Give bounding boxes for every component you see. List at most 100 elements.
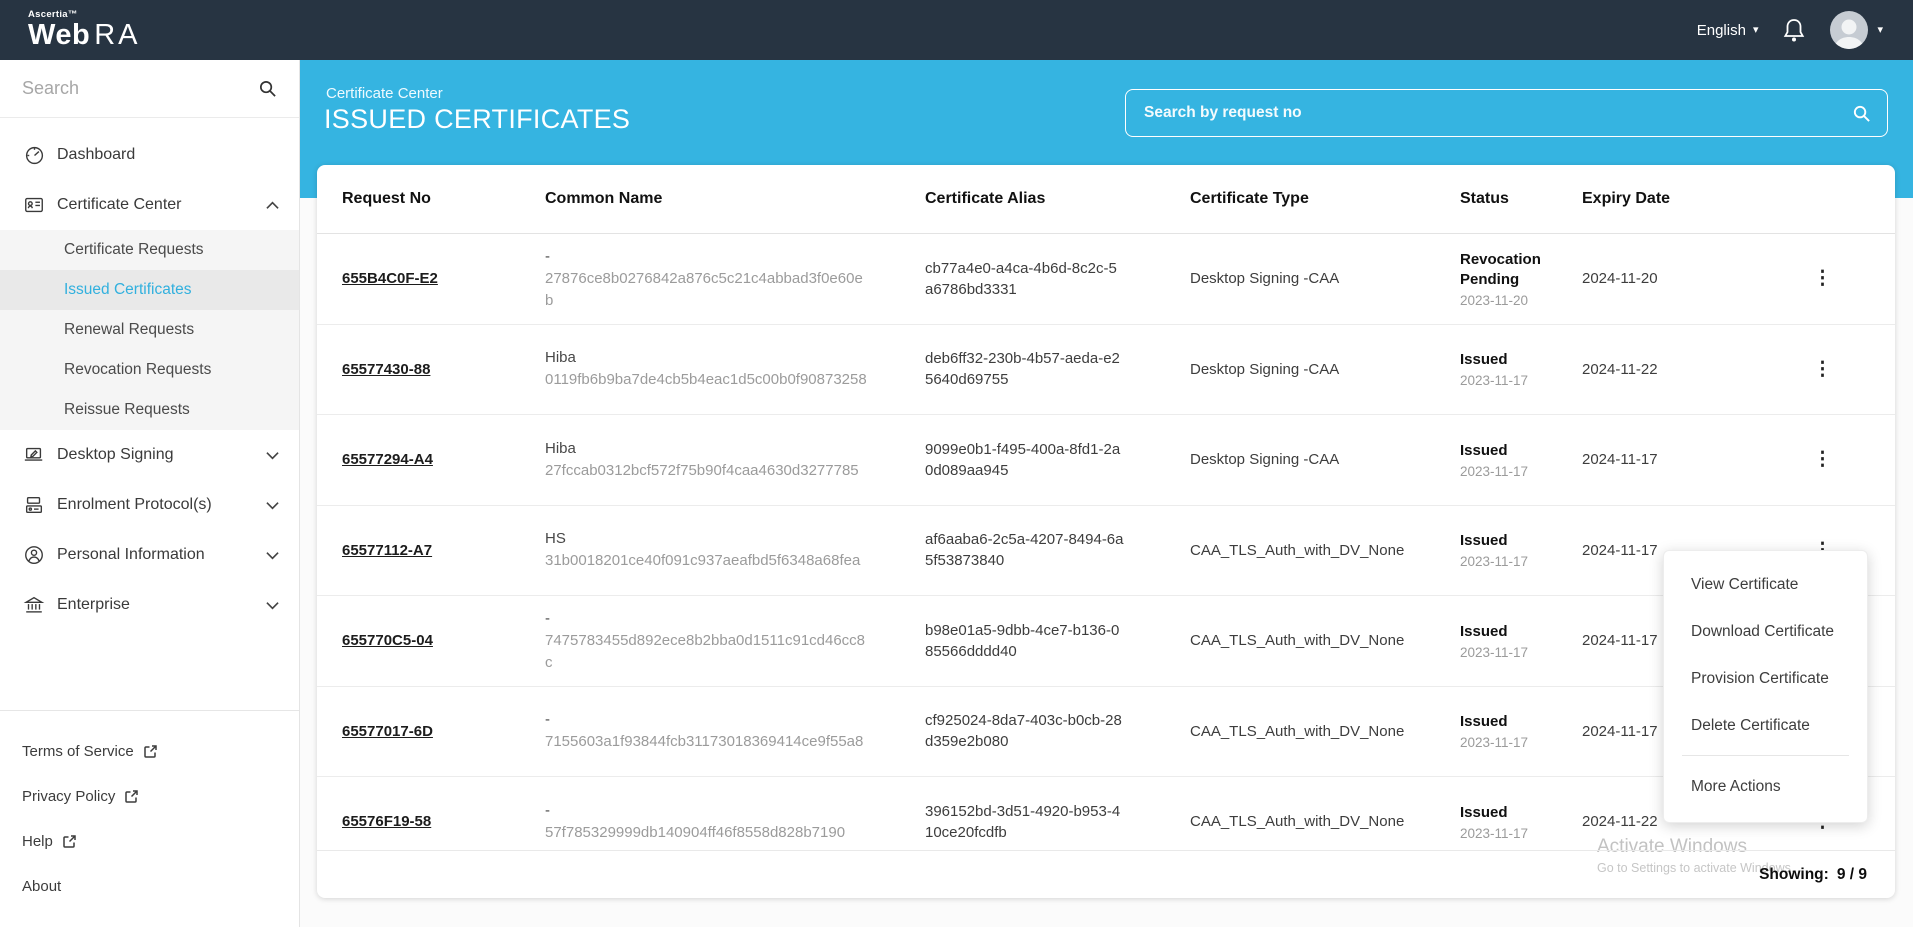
- sidebar-item-reissue-requests[interactable]: Reissue Requests: [0, 390, 299, 430]
- issued-certificates-card: Request No Common Name Certificate Alias…: [317, 165, 1895, 898]
- status-badge: Issued: [1460, 350, 1562, 370]
- row-actions-kebab-icon[interactable]: ⋮: [1805, 265, 1840, 292]
- privacy-policy-link[interactable]: Privacy Policy: [0, 774, 299, 819]
- showing-label: Showing:: [1759, 866, 1829, 884]
- status-date: 2023-11-17: [1460, 645, 1562, 660]
- sidebar-item-certificate-center[interactable]: Certificate Center: [0, 180, 299, 230]
- request-no-link[interactable]: 65577430-88: [342, 361, 430, 378]
- column-header-common-name: Common Name: [545, 190, 905, 208]
- chevron-down-icon: [266, 601, 279, 610]
- request-no-link[interactable]: 655770C5-04: [342, 632, 433, 649]
- request-no-link[interactable]: 65577294-A4: [342, 451, 433, 468]
- common-name-hash: 7155603a1f93844fcb31173018369414ce9f55a8: [545, 731, 867, 753]
- sidebar-item-renewal-requests[interactable]: Renewal Requests: [0, 310, 299, 350]
- sidebar-item-label: Enterprise: [57, 596, 266, 614]
- certificate-icon: [22, 193, 46, 217]
- status-date: 2023-11-17: [1460, 735, 1562, 750]
- main-content: Certificate Center ISSUED CERTIFICATES R…: [300, 60, 1913, 927]
- status-badge: Revocation Pending: [1460, 250, 1562, 290]
- language-selector[interactable]: English ▾: [1697, 22, 1759, 39]
- sidebar-item-revocation-requests[interactable]: Revocation Requests: [0, 350, 299, 390]
- user-menu[interactable]: ▾: [1830, 11, 1883, 49]
- table-row: 655770C5-04 - 7475783455d892ece8b2bba0d1…: [317, 596, 1895, 687]
- sidebar-item-enterprise[interactable]: Enterprise: [0, 580, 299, 630]
- certificate-type: CAA_TLS_Auth_with_DV_None: [1190, 721, 1412, 742]
- about-link[interactable]: About: [0, 864, 299, 909]
- common-name: -: [545, 608, 905, 630]
- expiry-date: 2024-11-17: [1582, 451, 1755, 468]
- status-date: 2023-11-17: [1460, 373, 1562, 388]
- context-menu-item[interactable]: View Certificate: [1664, 561, 1867, 608]
- enterprise-bank-icon: [22, 593, 46, 617]
- certificate-alias: cf925024-8da7-403c-b0cb-28d359e2b080: [925, 710, 1125, 752]
- help-link[interactable]: Help: [0, 819, 299, 864]
- expiry-date: 2024-11-20: [1582, 270, 1755, 287]
- certificate-alias: cb77a4e0-a4ca-4b6d-8c2c-5a6786bd3331: [925, 258, 1125, 300]
- chevron-down-icon: [266, 501, 279, 510]
- request-search-box: [1125, 89, 1888, 137]
- certificate-alias: b98e01a5-9dbb-4ce7-b136-085566dddd40: [925, 620, 1125, 662]
- context-menu-item[interactable]: Provision Certificate: [1664, 655, 1867, 702]
- common-name: -: [545, 800, 905, 822]
- status-date: 2023-11-17: [1460, 826, 1562, 841]
- request-no-link[interactable]: 65577112-A7: [342, 542, 432, 559]
- table-body: 655B4C0F-E2 - 27876ce8b0276842a876c5c21c…: [317, 234, 1895, 850]
- certificate-type: CAA_TLS_Auth_with_DV_None: [1190, 630, 1412, 651]
- sidebar-item-certificate-requests[interactable]: Certificate Requests: [0, 230, 299, 270]
- request-no-link[interactable]: 65577017-6D: [342, 723, 433, 740]
- brand-ra: RA: [94, 19, 140, 51]
- external-link-icon: [124, 789, 139, 804]
- common-name-hash: 27fccab0312bcf572f75b90f4caa4630d3277785: [545, 460, 867, 482]
- request-no-link[interactable]: 65576F19-58: [342, 813, 431, 830]
- table-row: 65576F19-58 - 57f785329999db140904ff46f8…: [317, 777, 1895, 850]
- column-header-status: Status: [1460, 190, 1562, 208]
- sidebar-item-desktop-signing[interactable]: Desktop Signing: [0, 430, 299, 480]
- sidebar-item-dashboard[interactable]: Dashboard: [0, 130, 299, 180]
- chevron-up-icon: [266, 201, 279, 210]
- table-row: 65577430-88 Hiba 0119fb6b9ba7de4cb5b4eac…: [317, 325, 1895, 416]
- row-actions-kebab-icon[interactable]: ⋮: [1805, 356, 1840, 383]
- sidebar-item-issued-certificates[interactable]: Issued Certificates: [0, 270, 299, 310]
- submenu-label: Revocation Requests: [64, 361, 211, 379]
- common-name: Hiba: [545, 438, 905, 460]
- certificate-alias: 9099e0b1-f495-400a-8fd1-2a0d089aa945: [925, 439, 1125, 481]
- showing-count: 9 / 9: [1837, 866, 1867, 884]
- certificate-alias: af6aaba6-2c5a-4207-8494-6a5f53873840: [925, 529, 1125, 571]
- column-header-expiry-date: Expiry Date: [1582, 190, 1755, 208]
- table-footer: Showing: 9 / 9: [317, 850, 1895, 898]
- table-row: 65577294-A4 Hiba 27fccab0312bcf572f75b90…: [317, 415, 1895, 506]
- row-actions-context-menu: View Certificate Download Certificate Pr…: [1663, 550, 1868, 823]
- certificate-type: Desktop Signing -CAA: [1190, 449, 1412, 470]
- request-no-link[interactable]: 655B4C0F-E2: [342, 270, 438, 287]
- status-badge: Issued: [1460, 441, 1562, 461]
- column-header-request-no: Request No: [342, 190, 525, 208]
- common-name: HS: [545, 528, 905, 550]
- submenu-label: Renewal Requests: [64, 321, 194, 339]
- context-menu-item[interactable]: Download Certificate: [1664, 608, 1867, 655]
- common-name-hash: 31b0018201ce40f091c937aeafbd5f6348a68fea: [545, 550, 867, 572]
- row-actions-kebab-icon[interactable]: ⋮: [1805, 446, 1840, 473]
- table-row: 65577112-A7 HS 31b0018201ce40f091c937aea…: [317, 506, 1895, 597]
- submenu-label: Certificate Requests: [64, 241, 204, 259]
- status-date: 2023-11-20: [1460, 293, 1562, 308]
- sidebar-item-enrolment-protocols[interactable]: Enrolment Protocol(s): [0, 480, 299, 530]
- context-menu-item[interactable]: Delete Certificate: [1664, 702, 1867, 749]
- caret-down-icon: ▾: [1877, 25, 1883, 36]
- table-row: 655B4C0F-E2 - 27876ce8b0276842a876c5c21c…: [317, 234, 1895, 325]
- sidebar-search-input[interactable]: [22, 78, 258, 99]
- notifications-bell-icon[interactable]: [1782, 17, 1806, 43]
- search-icon[interactable]: [1852, 104, 1871, 123]
- search-icon[interactable]: [258, 79, 277, 98]
- menu-divider: [1682, 755, 1849, 756]
- certificate-type: Desktop Signing -CAA: [1190, 268, 1412, 289]
- sidebar-item-label: Personal Information: [57, 546, 266, 564]
- terms-of-service-link[interactable]: Terms of Service: [0, 729, 299, 774]
- language-label: English: [1697, 22, 1746, 39]
- sidebar-item-label: Enrolment Protocol(s): [57, 496, 266, 514]
- sidebar-item-personal-information[interactable]: Personal Information: [0, 530, 299, 580]
- brand-ascertia: Ascertia™: [28, 10, 141, 20]
- request-search-input[interactable]: [1144, 104, 1852, 122]
- context-menu-item-more-actions[interactable]: More Actions: [1664, 762, 1867, 812]
- common-name-hash: 57f785329999db140904ff46f8558d828b7190: [545, 822, 867, 844]
- sidebar: Dashboard Certificate Center Certificate…: [0, 60, 300, 927]
